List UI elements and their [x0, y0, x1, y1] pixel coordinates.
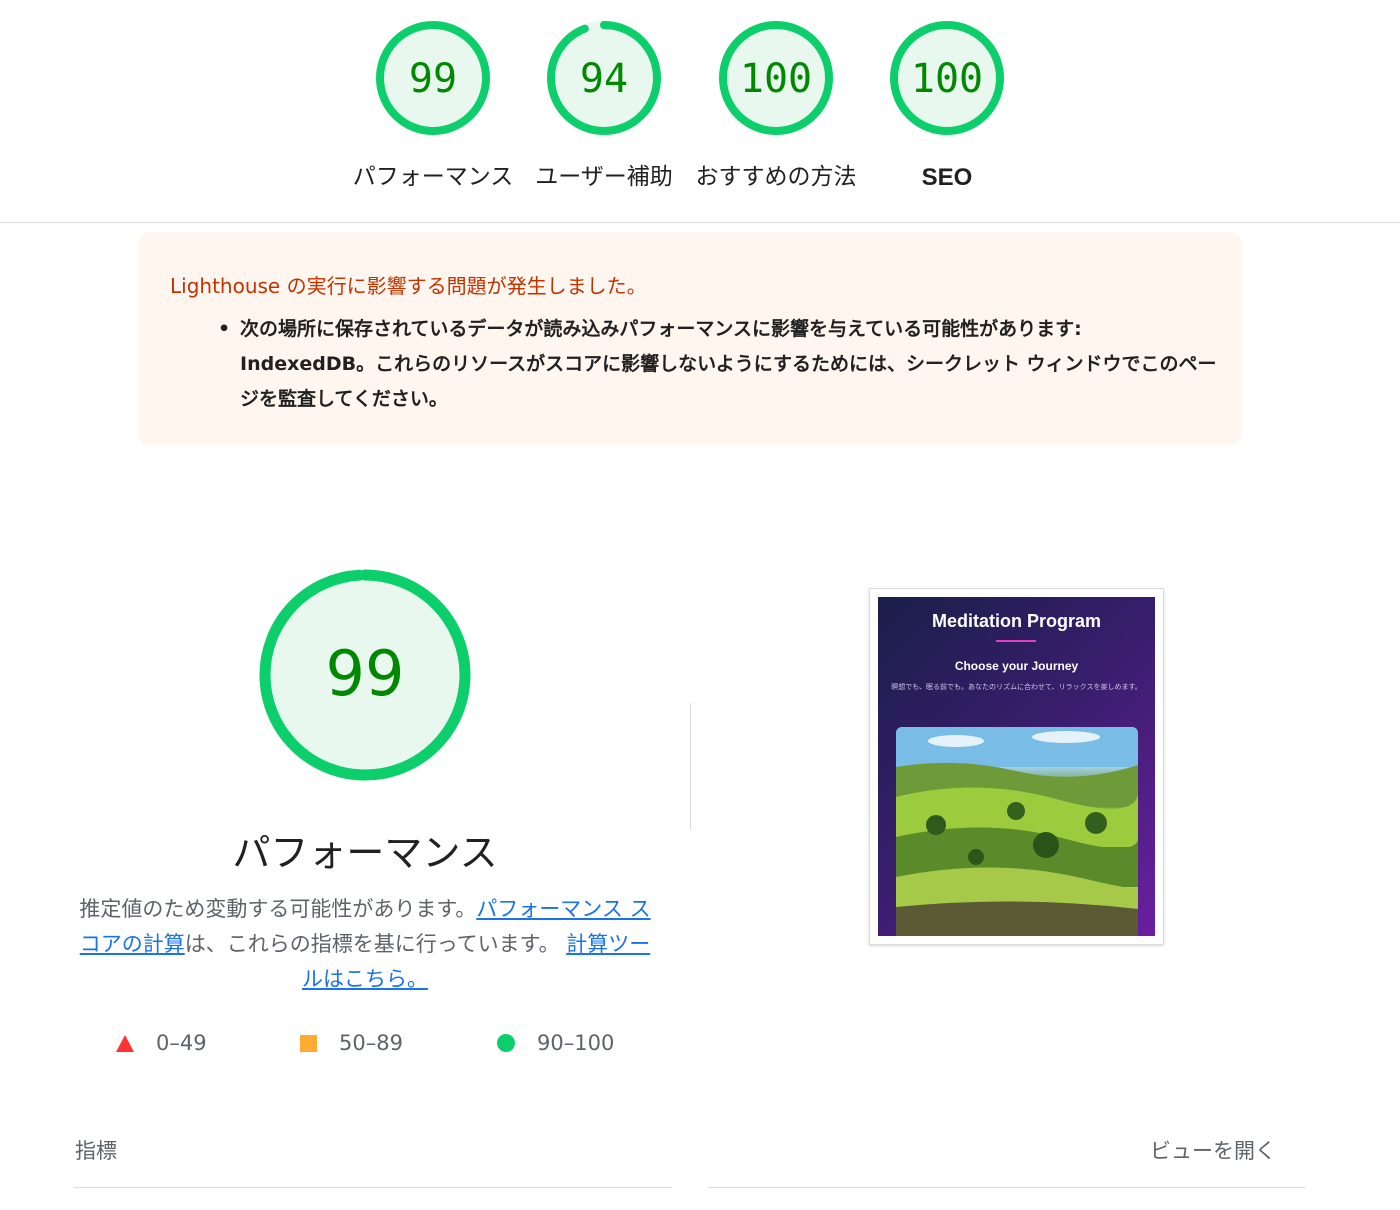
legend-average: 50–89 — [300, 1031, 403, 1055]
warning-item: 次の場所に保存されているデータが読み込みパフォーマンスに影響を与えている可能性が… — [218, 312, 1218, 417]
gauge-ring: 94 — [547, 21, 661, 135]
legend-fail: 0–49 — [116, 1031, 207, 1055]
gauge-best-practices[interactable]: 100 おすすめの方法 — [690, 18, 862, 189]
legend-range: 0–49 — [156, 1031, 207, 1055]
performance-title: パフォーマンス — [232, 831, 498, 875]
gauge-label: パフォーマンス — [352, 164, 514, 190]
screenshot-subtitle: Choose your Journey — [954, 659, 1079, 673]
category-gauges-row: 99 パフォーマンス 94 ユーザー補助 100 おすすめの方法 100 SEO — [0, 0, 1400, 223]
gauge-score: 94 — [580, 56, 628, 102]
gauge-label: ユーザー補助 — [535, 164, 673, 190]
vertical-divider — [690, 703, 691, 830]
performance-gauge: 99 — [259, 569, 471, 781]
divider — [708, 1187, 1306, 1188]
divider — [74, 1187, 672, 1188]
landscape-illustration — [896, 727, 1138, 936]
square-icon — [300, 1034, 317, 1052]
gauge-ring: 100 — [890, 21, 1004, 135]
gauge-seo[interactable]: 100 SEO — [861, 18, 1033, 190]
title-underline — [996, 640, 1036, 642]
gauge-label: SEO — [921, 164, 973, 191]
screenshot-text: 瞑想でも、眠る前でも。あなたのリズムに合わせて、リラックスを楽しめます。 — [891, 683, 1142, 691]
legend-pass: 90–100 — [497, 1031, 614, 1055]
circle-icon — [497, 1034, 515, 1052]
performance-description: 推定値のため変動する可能性があります。パフォーマンス スコアの計算は、これらの指… — [72, 892, 658, 997]
gauge-ring: 100 — [719, 21, 833, 135]
desc-text: 推定値のため変動する可能性があります。 — [79, 897, 477, 921]
gauge-score: 100 — [740, 56, 812, 102]
gauge-accessibility[interactable]: 94 ユーザー補助 — [518, 18, 690, 189]
landscape-image: ‹ › — [896, 727, 1138, 936]
triangle-icon — [116, 1034, 134, 1052]
warning-list: 次の場所に保存されているデータが読み込みパフォーマンスに影響を与えている可能性が… — [218, 312, 1218, 417]
view-toggle-button[interactable]: ビューを開く — [1150, 1135, 1276, 1165]
legend-range: 50–89 — [339, 1031, 403, 1055]
metrics-label: 指標 — [75, 1139, 117, 1163]
legend-range: 90–100 — [537, 1031, 615, 1055]
final-screenshot[interactable]: Meditation Program Choose your Journey 瞑… — [869, 588, 1164, 945]
score-scale-legend: 0–49 50–89 90–100 — [0, 1027, 700, 1059]
run-warnings-box: Lighthouse の実行に影響する問題が発生しました。 次の場所に保存されて… — [138, 232, 1242, 445]
screenshot-image: Meditation Program Choose your Journey 瞑… — [878, 597, 1155, 936]
performance-score: 99 — [326, 637, 405, 710]
gauge-score: 100 — [911, 56, 983, 102]
warning-title: Lighthouse の実行に影響する問題が発生しました。 — [170, 274, 647, 298]
screenshot-title: Meditation Program — [931, 611, 1101, 631]
gauge-ring: 99 — [376, 21, 490, 135]
gauge-label: おすすめの方法 — [695, 164, 857, 190]
desc-text: は、これらの指標を基に行っています。 — [184, 932, 560, 956]
gauge-score: 99 — [409, 56, 457, 102]
gauge-performance[interactable]: 99 パフォーマンス — [347, 18, 519, 189]
